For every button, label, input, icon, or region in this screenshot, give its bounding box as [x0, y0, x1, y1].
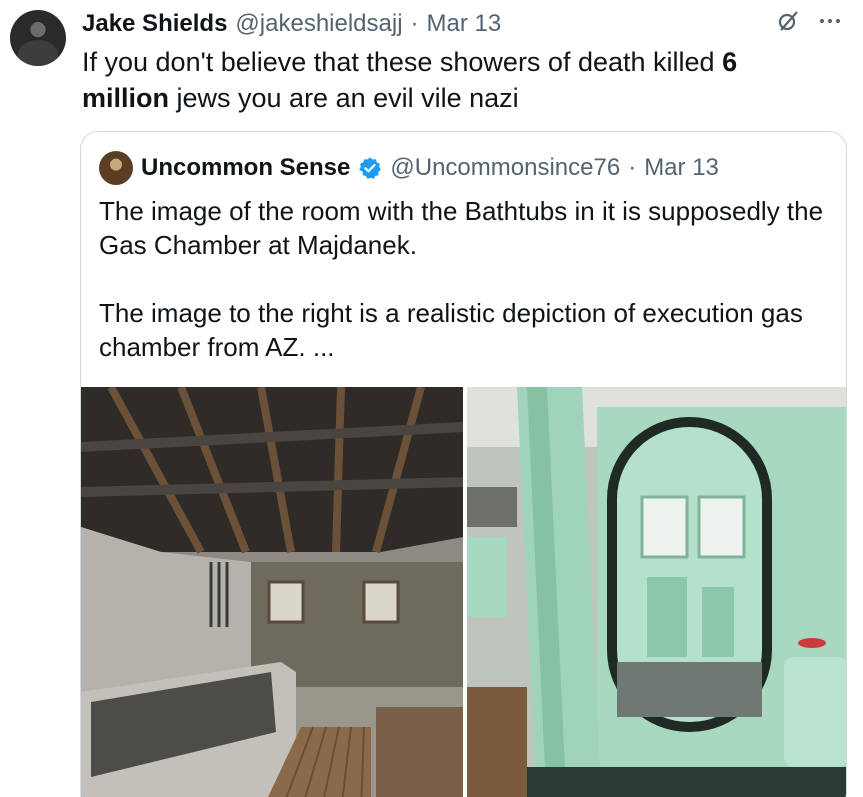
- media-photo-room[interactable]: [81, 387, 463, 797]
- room-photo-illustration: [81, 387, 463, 797]
- verified-badge-icon: [358, 156, 382, 180]
- quote-author-avatar[interactable]: [99, 151, 133, 185]
- tweet-header: Jake Shields @jakeshieldsajj · Mar 13: [82, 6, 501, 42]
- tweet-text-part: jews you are an evil vile nazi: [169, 83, 519, 113]
- quote-author-display-name[interactable]: Uncommon Sense: [141, 154, 350, 182]
- chamber-photo-illustration: [467, 387, 846, 797]
- tweet-text: If you don't believe that these showers …: [82, 44, 822, 116]
- quote-text: The image of the room with the Bathtubs …: [99, 194, 829, 364]
- more-icon[interactable]: [817, 8, 843, 34]
- meta-separator: ·: [410, 10, 419, 37]
- tweet-text-part: If you don't believe that these showers …: [82, 47, 723, 77]
- quote-date[interactable]: Mar 13: [644, 154, 719, 182]
- tweet-date[interactable]: Mar 13: [427, 10, 502, 38]
- media-photo-chamber[interactable]: [467, 387, 846, 797]
- quote-paragraph-1: The image of the room with the Bathtubs …: [99, 196, 824, 260]
- tweet-actions-top: [775, 8, 843, 34]
- quote-author-handle[interactable]: @Uncommonsince76: [390, 154, 620, 182]
- tweet-text-bold: million: [82, 83, 169, 113]
- grok-icon[interactable]: [775, 8, 801, 34]
- author-avatar[interactable]: [10, 10, 66, 66]
- author-handle[interactable]: @jakeshieldsajj: [235, 10, 402, 38]
- author-display-name[interactable]: Jake Shields: [82, 10, 227, 38]
- tweet-text-bold: 6: [722, 47, 738, 77]
- quote-paragraph-2: The image to the right is a realistic de…: [99, 298, 803, 362]
- quoted-tweet-card[interactable]: Uncommon Sense @Uncommonsince76 · Mar 13…: [80, 131, 847, 797]
- quote-header: Uncommon Sense @Uncommonsince76 · Mar 13: [99, 150, 719, 186]
- quote-meta-separator: ·: [628, 154, 637, 181]
